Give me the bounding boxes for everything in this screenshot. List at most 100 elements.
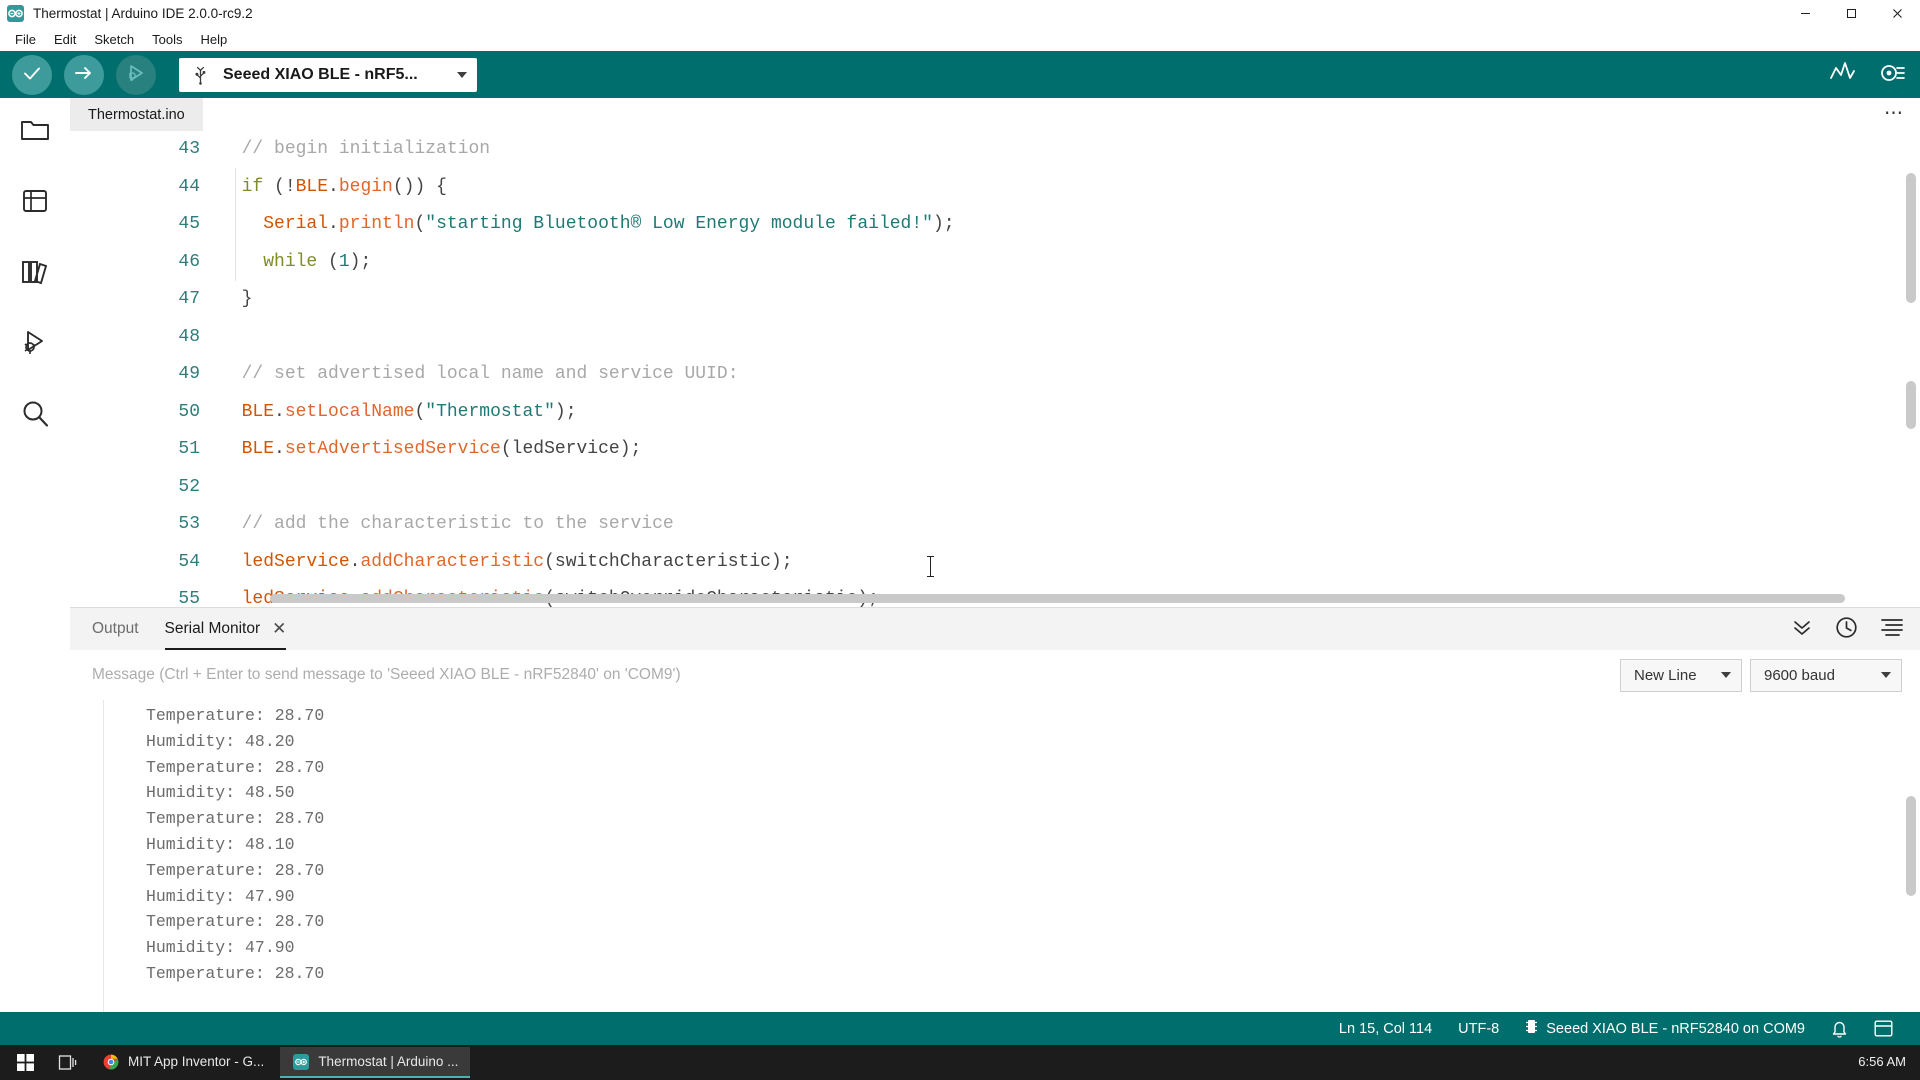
baud-rate-select[interactable]: 9600 baud	[1750, 658, 1902, 692]
menu-bar: File Edit Sketch Tools Help	[0, 27, 1920, 51]
serial-output-line: Temperature: 28.70	[146, 860, 325, 880]
boards-manager-icon	[20, 187, 50, 219]
board-selector[interactable]: Seeed XIAO BLE - nRF5...	[179, 57, 477, 92]
maximize-button[interactable]	[1828, 0, 1874, 27]
line-number: 51	[178, 439, 200, 459]
taskbar-clock[interactable]: 6:56 AM	[1858, 1055, 1906, 1070]
window-title-bar: Thermostat | Arduino IDE 2.0.0-rc9.2	[0, 0, 1920, 27]
serial-monitor-selects: New Line 9600 baud	[1620, 658, 1902, 692]
chevron-down-icon	[1881, 672, 1891, 678]
arduino-infinity-icon	[292, 1053, 309, 1070]
editor-horizontal-scrollbar[interactable]	[270, 594, 1845, 603]
code-line[interactable]: 53 // add the characteristic to the serv…	[70, 506, 1920, 544]
sidebar-item-boards-manager[interactable]	[13, 181, 57, 225]
clock-icon[interactable]	[1835, 616, 1858, 643]
taskbar-button-label: MIT App Inventor - G...	[128, 1054, 265, 1069]
panel-tab-bar: Output Serial Monitor ✕	[70, 608, 1920, 650]
line-number: 54	[178, 551, 200, 572]
chevron-down-icon	[1721, 672, 1731, 678]
close-button[interactable]	[1874, 0, 1920, 27]
taskbar-button-chrome[interactable]: MIT App Inventor - G...	[90, 1047, 276, 1078]
panel-layout-icon[interactable]	[1861, 1020, 1906, 1037]
board-port-label: Seeed XIAO BLE - nRF52840 on COM9	[1546, 1020, 1805, 1037]
code-line[interactable]: 54 ledService.addCharacteristic(switchCh…	[70, 544, 1920, 582]
serial-monitor-output[interactable]: Temperature: 28.70 Humidity: 48.20 Tempera…	[70, 700, 1920, 1012]
editor-more-actions[interactable]: ⋯	[1884, 102, 1904, 125]
line-number: 49	[178, 364, 200, 384]
chevron-double-down-icon[interactable]	[1791, 617, 1813, 641]
sidebar-item-debug[interactable]	[13, 323, 57, 367]
editor-tab-bar: Thermostat.ino ⋯	[70, 98, 1920, 131]
window-title: Thermostat | Arduino IDE 2.0.0-rc9.2	[33, 6, 253, 21]
line-ending-select[interactable]: New Line	[1620, 658, 1742, 692]
code-line-text: BLE.setAdvertisedService(ledService);	[241, 439, 642, 459]
text-cursor	[927, 556, 934, 577]
editor-vertical-scrollbar[interactable]	[1906, 173, 1916, 303]
code-line[interactable]: 44 if (!BLE.begin()) {	[70, 169, 1920, 207]
code-line-text: Serial.println("starting Bluetooth® Low …	[263, 214, 955, 234]
chip-icon	[1525, 1018, 1538, 1039]
serial-monitor-scrollbar[interactable]	[1906, 796, 1916, 896]
serial-monitor-input[interactable]: Message (Ctrl + Enter to send message to…	[92, 666, 681, 684]
verify-button[interactable]	[12, 54, 52, 95]
board-port-indicator[interactable]: Seeed XIAO BLE - nRF52840 on COM9	[1512, 1018, 1818, 1039]
serial-plotter-icon[interactable]	[1830, 61, 1856, 88]
menu-sketch[interactable]: Sketch	[85, 30, 143, 49]
close-icon[interactable]: ✕	[272, 619, 286, 639]
menu-edit[interactable]: Edit	[45, 30, 85, 49]
menu-help[interactable]: Help	[191, 30, 236, 49]
code-lines: 43 // begin initialization 44 if (!BLE.be…	[70, 131, 1920, 607]
debug-button[interactable]	[116, 54, 156, 95]
minimize-button[interactable]	[1782, 0, 1828, 27]
usb-icon	[191, 65, 209, 85]
code-line[interactable]: 51 BLE.setAdvertisedService(ledService);	[70, 431, 1920, 469]
bell-icon[interactable]	[1818, 1019, 1861, 1038]
line-number: 46	[178, 251, 200, 272]
taskbar-button-arduino[interactable]: Thermostat | Arduino ...	[280, 1047, 471, 1078]
serial-output-line: Humidity: 48.50	[146, 783, 295, 803]
code-line[interactable]: 49 // set advertised local name and serv…	[70, 356, 1920, 394]
code-line[interactable]: 45 Serial.println("starting Bluetooth® L…	[70, 206, 1920, 244]
clear-output-icon[interactable]	[1880, 617, 1904, 641]
windows-taskbar: MIT App Inventor - G... Thermostat | Ard…	[0, 1045, 1920, 1080]
code-line[interactable]: 52	[70, 469, 1920, 507]
sidebar-item-sketchbook[interactable]	[13, 110, 57, 154]
editor-vertical-scrollbar-lower[interactable]	[1906, 381, 1916, 429]
upload-button[interactable]	[64, 54, 104, 95]
sidebar-item-library-manager[interactable]	[13, 252, 57, 296]
cursor-position[interactable]: Ln 15, Col 114	[1326, 1021, 1445, 1037]
output-gutter-divider	[103, 700, 104, 1012]
status-bar: Ln 15, Col 114 UTF-8 Seeed XIAO BLE - nR…	[0, 1012, 1920, 1045]
tab-output[interactable]: Output	[92, 608, 139, 650]
code-line[interactable]: 43 // begin initialization	[70, 131, 1920, 169]
menu-file[interactable]: File	[6, 30, 45, 49]
code-line[interactable]: 50 BLE.setLocalName("Thermostat");	[70, 394, 1920, 432]
bottom-panel: Output Serial Monitor ✕ Message (Ctrl + …	[70, 607, 1920, 1012]
line-number: 47	[178, 289, 200, 309]
code-editor[interactable]: 43 // begin initialization 44 if (!BLE.be…	[70, 131, 1920, 607]
serial-output-line: Temperature: 28.70	[146, 809, 325, 829]
serial-output-line: Temperature: 28.70	[146, 912, 325, 932]
sidebar-item-search[interactable]	[13, 394, 57, 438]
code-line-text: // add the characteristic to the service	[241, 514, 674, 534]
windows-start-icon[interactable]	[6, 1045, 44, 1080]
board-selector-value: Seeed XIAO BLE - nRF5...	[223, 65, 418, 83]
serial-output-line: Humidity: 48.10	[146, 834, 295, 854]
serial-monitor-icon[interactable]	[1878, 61, 1906, 89]
code-line[interactable]: 46 while (1);	[70, 244, 1920, 282]
code-line-text: if (!BLE.begin()) {	[241, 176, 447, 197]
debug-bug-icon	[125, 62, 147, 88]
line-number: 53	[178, 514, 200, 534]
code-line[interactable]: 48	[70, 319, 1920, 357]
tab-serial-monitor[interactable]: Serial Monitor ✕	[165, 608, 287, 650]
code-line-text: // set advertised local name and service…	[241, 364, 739, 384]
code-line[interactable]: 47 }	[70, 281, 1920, 319]
task-view-icon[interactable]	[48, 1045, 86, 1080]
encoding-indicator[interactable]: UTF-8	[1445, 1021, 1512, 1037]
workbench: Thermostat.ino ⋯ 43 // begin initializat…	[0, 98, 1920, 1012]
menu-tools[interactable]: Tools	[143, 30, 191, 49]
line-number: 43	[178, 139, 200, 159]
serial-output-line: Temperature: 28.70	[146, 757, 325, 777]
editor-tab-thermostat-ino[interactable]: Thermostat.ino	[70, 98, 203, 131]
arduino-infinity-icon	[7, 5, 24, 22]
